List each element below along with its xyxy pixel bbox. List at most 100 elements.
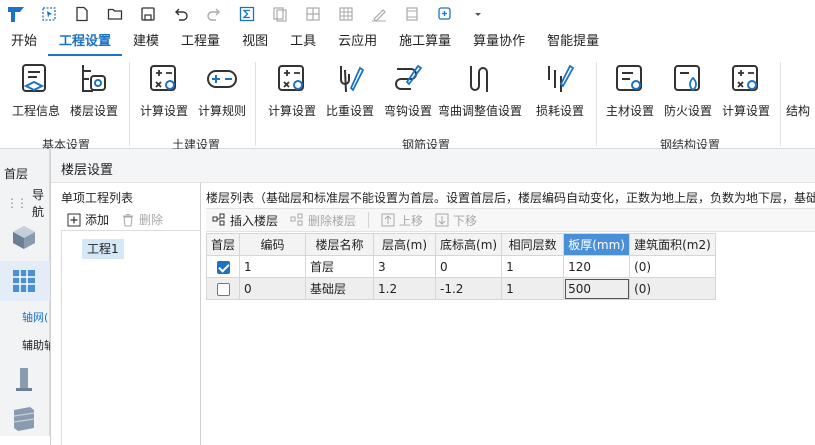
calc-rules-button[interactable]: 计算规则 — [192, 60, 252, 120]
dialog-titlebar[interactable]: 楼层设置 — [51, 149, 815, 183]
column-icon[interactable] — [10, 365, 38, 393]
open-folder-icon[interactable] — [106, 5, 124, 23]
copy-icon[interactable] — [271, 5, 289, 23]
tab-view[interactable]: 视图 — [231, 30, 279, 56]
tab-smart-extract[interactable]: 智能提量 — [536, 30, 610, 56]
cell-name[interactable]: 首层 — [305, 255, 375, 278]
nav-header: ⋮⋮ 导航 — [6, 188, 45, 219]
col-bottom-elevation[interactable]: 底标高(m) — [435, 233, 503, 256]
ribbon-panel: 工程信息 楼层设置 计算设置 计算规则 计算设置 比重设置 弯钩设置 弯曲调整值… — [0, 56, 815, 152]
rebar-calc-settings-button[interactable]: 计算设置 — [262, 60, 322, 120]
checkbox-icon[interactable] — [216, 282, 230, 296]
tab-project-settings[interactable]: 工程设置 — [48, 30, 123, 56]
first-floor-checkbox[interactable] — [205, 277, 241, 300]
tab-modeling[interactable]: 建模 — [122, 30, 170, 56]
cell-bottom[interactable]: 0 — [435, 255, 503, 278]
structure-button[interactable]: 结构 — [786, 60, 815, 120]
table-header: 首层 编码 楼层名称 层高(m) 底标高(m) 相同层数 板厚(mm) 建筑面积… — [205, 233, 716, 256]
undo-icon[interactable] — [172, 5, 190, 23]
film-icon[interactable] — [403, 5, 421, 23]
ribbon-tabs: 开始 工程设置 建模 工程量 视图 工具 云应用 施工算量 算量协作 智能提量 — [0, 30, 610, 56]
table-icon[interactable] — [337, 5, 355, 23]
project-list: 工程1 — [61, 231, 201, 445]
new-file-icon[interactable] — [73, 5, 91, 23]
cell-height[interactable]: 1.2 — [373, 277, 437, 300]
tab-quantity[interactable]: 工程量 — [170, 30, 231, 56]
main-material-icon — [616, 65, 642, 91]
cell-height[interactable]: 3 — [373, 255, 437, 278]
cell-area: (0) — [629, 277, 716, 300]
move-down-button[interactable]: 下移 — [435, 212, 477, 229]
bend-adjust-button[interactable]: 弯曲调整值设置 — [438, 60, 522, 120]
hook-icon — [395, 64, 423, 90]
plus-box-icon — [67, 213, 81, 226]
axis-grid-item[interactable]: 轴网( — [22, 309, 50, 325]
col-floor-name[interactable]: 楼层名称 — [305, 233, 375, 256]
tab-tools[interactable]: 工具 — [279, 30, 327, 56]
cell-bottom[interactable]: -1.2 — [435, 277, 503, 300]
cell-name[interactable]: 基础层 — [305, 277, 375, 300]
save-icon[interactable] — [139, 5, 157, 23]
select-icon[interactable] — [40, 5, 58, 23]
add-icon[interactable] — [436, 5, 454, 23]
project-list-toolbar: 添加 删除 — [61, 209, 201, 231]
delete-floor-button[interactable]: 删除楼层 — [290, 212, 356, 229]
project-info-icon — [22, 64, 46, 92]
aux-axis-item[interactable]: 辅助轴 — [22, 337, 50, 353]
cell-thickness-focused[interactable]: 500 — [563, 277, 631, 300]
loss-icon — [548, 64, 575, 92]
floor-table: 首层 编码 楼层名称 层高(m) 底标高(m) 相同层数 板厚(mm) 建筑面积… — [205, 233, 716, 300]
cell-area: (0) — [629, 255, 716, 278]
checkbox-checked-icon[interactable] — [216, 260, 230, 274]
list-item[interactable]: 工程1 — [82, 239, 124, 259]
col-first-floor[interactable]: 首层 — [205, 233, 241, 256]
steel-calc-settings-button[interactable]: 计算设置 — [716, 60, 776, 120]
hook-settings-button[interactable]: 弯钩设置 — [378, 60, 438, 120]
cell-same[interactable]: 1 — [501, 255, 565, 278]
cell-same[interactable]: 1 — [501, 277, 565, 300]
cell-thickness[interactable]: 120 — [563, 255, 631, 278]
floor-settings-icon — [82, 65, 106, 92]
dropdown-icon[interactable] — [469, 5, 487, 23]
floor-settings-button[interactable]: 楼层设置 — [64, 60, 124, 120]
wall-icon[interactable] — [10, 404, 38, 432]
col-slab-thickness[interactable]: 板厚(mm) — [563, 233, 631, 256]
cell-code[interactable]: 1 — [239, 255, 307, 278]
main-material-button[interactable]: 主材设置 — [600, 60, 660, 120]
arrow-up-icon — [381, 213, 395, 227]
col-floor-height[interactable]: 层高(m) — [373, 233, 437, 256]
calc-rules-icon — [207, 70, 237, 88]
drag-handle-icon[interactable]: ⋮⋮ — [6, 196, 28, 210]
floor-list-title: 楼层列表（基础层和标准层不能设置为首层。设置首层后，楼层编码自动变化，正数为地上… — [206, 191, 815, 205]
floor-list-toolbar: 插入楼层 删除楼层 上移 下移 — [206, 208, 815, 232]
floor-selector[interactable]: 首层 — [4, 165, 28, 182]
col-same-count[interactable]: 相同层数 — [501, 233, 565, 256]
insert-floor-button[interactable]: 插入楼层 — [212, 212, 278, 229]
grid-icon[interactable] — [304, 5, 322, 23]
first-floor-checkbox[interactable] — [205, 255, 241, 278]
insert-floor-icon — [212, 213, 225, 226]
delete-floor-icon — [290, 213, 303, 226]
move-up-button[interactable]: 上移 — [381, 212, 423, 229]
density-settings-button[interactable]: 比重设置 — [320, 60, 380, 120]
cell-code[interactable]: 0 — [239, 277, 307, 300]
col-building-area[interactable]: 建筑面积(m2) — [629, 233, 716, 256]
tab-cloud[interactable]: 云应用 — [327, 30, 388, 56]
tab-collaboration[interactable]: 算量协作 — [462, 30, 536, 56]
tab-construction[interactable]: 施工算量 — [388, 30, 462, 56]
cube-icon[interactable] — [10, 223, 38, 251]
loss-settings-button[interactable]: 损耗设置 — [530, 60, 590, 120]
redo-icon[interactable] — [205, 5, 223, 23]
delete-project-button[interactable]: 删除 — [121, 211, 163, 228]
col-code[interactable]: 编码 — [239, 233, 307, 256]
draw-icon[interactable] — [370, 5, 388, 23]
axis-grid-icon[interactable] — [10, 267, 38, 295]
tab-start[interactable]: 开始 — [0, 30, 48, 56]
add-project-button[interactable]: 添加 — [67, 211, 109, 228]
table-row[interactable]: 0 基础层 1.2 -1.2 1 500 (0) — [205, 277, 716, 300]
formula-icon[interactable] — [238, 5, 256, 23]
table-row[interactable]: 1 首层 3 0 1 120 (0) — [205, 255, 716, 278]
fireproof-button[interactable]: 防火设置 — [658, 60, 718, 120]
civil-calc-settings-button[interactable]: 计算设置 — [134, 60, 194, 120]
project-info-button[interactable]: 工程信息 — [6, 60, 66, 120]
